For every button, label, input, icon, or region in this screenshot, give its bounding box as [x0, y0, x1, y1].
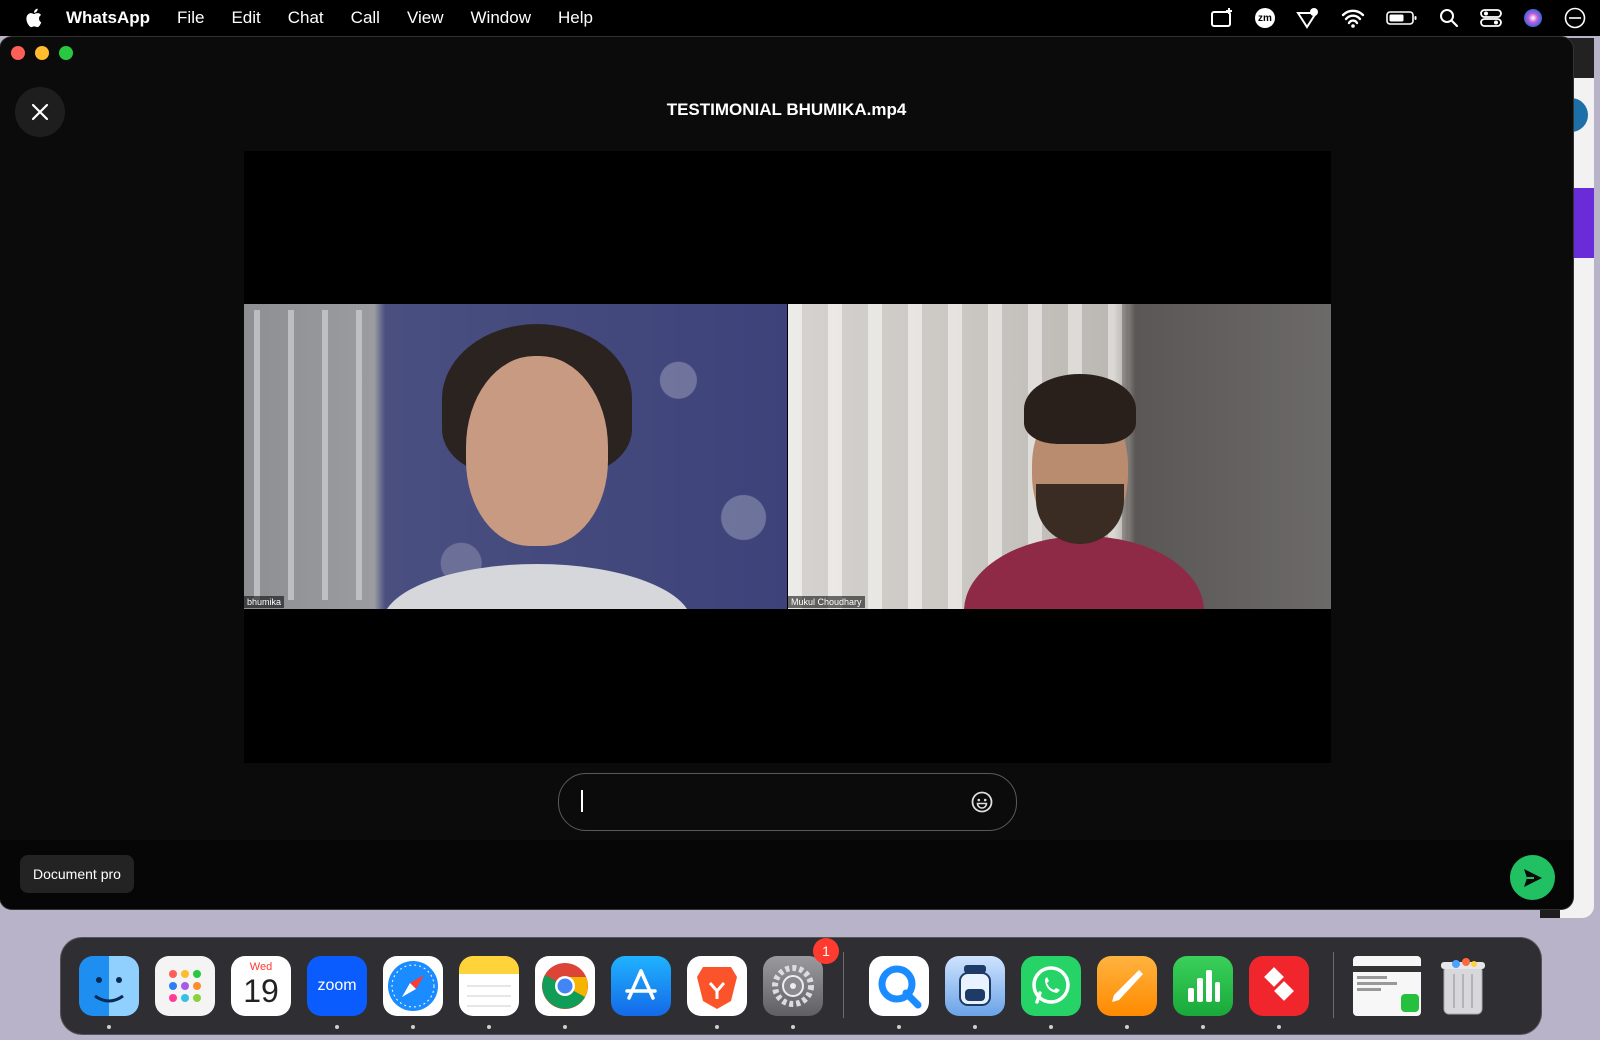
whatsapp-icon: [1032, 966, 1070, 1004]
dock-separator: [1333, 952, 1334, 1018]
dock-trash[interactable]: [1433, 956, 1493, 1016]
dock-app-store[interactable]: [611, 956, 671, 1016]
dock-zoom[interactable]: zoom: [307, 956, 367, 1016]
dock-running-indicator: [107, 1025, 111, 1029]
bottom-bar: Document pro: [0, 840, 1573, 909]
dock-minimized-window[interactable]: [1353, 956, 1421, 1016]
wifi-icon[interactable]: [1341, 8, 1365, 28]
zoom-status-icon[interactable]: zm: [1255, 8, 1275, 28]
dock-running-indicator: [1201, 1025, 1205, 1029]
dock-launchpad[interactable]: [155, 956, 215, 1016]
launchpad-icon: [169, 970, 201, 1002]
dock-notes[interactable]: [459, 956, 519, 1016]
menu-chat[interactable]: Chat: [288, 8, 324, 28]
text-cursor: [581, 790, 583, 812]
media-preview-window: TESTIMONIAL BHUMIKA.mp4 bhumika Mukul Ch…: [0, 37, 1573, 909]
send-button[interactable]: [1510, 855, 1555, 900]
finder-icon: [94, 977, 124, 1003]
user-menu-icon[interactable]: [1564, 7, 1586, 29]
trash-icon: [1441, 958, 1485, 1015]
dock-quicktime[interactable]: [869, 956, 929, 1016]
emoji-icon[interactable]: [970, 790, 994, 814]
siri-icon[interactable]: [1523, 8, 1543, 28]
menu-app-name[interactable]: WhatsApp: [66, 8, 150, 28]
window-minimize-button[interactable]: [35, 46, 49, 60]
calendar-weekday: Wed: [249, 961, 273, 973]
settings-gear-icon: [772, 965, 814, 1007]
dock-whatsapp[interactable]: [1021, 956, 1081, 1016]
dock-running-indicator: [563, 1025, 567, 1029]
spotlight-search-icon[interactable]: [1439, 8, 1459, 28]
apple-logo-icon[interactable]: [24, 7, 46, 29]
dock-numbers[interactable]: [1173, 956, 1233, 1016]
figure-body: [382, 564, 692, 609]
menu-bar: WhatsApp File Edit Chat Call View Window…: [0, 0, 1600, 36]
window-controls: [11, 46, 73, 60]
dock-running-indicator: [411, 1025, 415, 1029]
dock-calendar[interactable]: Wed 19: [231, 956, 291, 1016]
numbers-chart-icon: [1188, 970, 1220, 1002]
settings-notification-badge: 1: [813, 938, 839, 964]
dock-separator: [843, 952, 844, 1018]
dock-pages[interactable]: [1097, 956, 1157, 1016]
window-thumbnail-icon: [1353, 966, 1421, 1012]
app-store-icon: [625, 969, 657, 1000]
menu-help[interactable]: Help: [558, 8, 593, 28]
menu-edit[interactable]: Edit: [231, 8, 260, 28]
caption-input[interactable]: [581, 786, 955, 818]
dock-preview-scanner[interactable]: [945, 956, 1005, 1016]
menu-view[interactable]: View: [407, 8, 444, 28]
screen-share-icon[interactable]: [1210, 7, 1234, 29]
status-area: zm: [1210, 0, 1586, 36]
dock-chrome[interactable]: [535, 956, 595, 1016]
dock-system-settings[interactable]: [763, 956, 823, 1016]
caption-bar: [558, 773, 1017, 831]
quicktime-icon: [878, 965, 922, 1009]
safari-compass-icon: [388, 961, 438, 1011]
dock-finder[interactable]: [79, 956, 139, 1016]
window-close-button[interactable]: [11, 46, 25, 60]
send-icon: [1523, 868, 1542, 887]
battery-icon[interactable]: [1386, 10, 1418, 26]
dock-running-indicator: [791, 1025, 795, 1029]
dock-safari[interactable]: [383, 956, 443, 1016]
dock-running-indicator: [715, 1025, 719, 1029]
dock-anydesk[interactable]: [1249, 956, 1309, 1016]
figure-hair: [1024, 374, 1136, 444]
dock-running-indicator: [1049, 1025, 1053, 1029]
jar-icon: [959, 965, 991, 1006]
video-player[interactable]: bhumika Mukul Choudhary: [244, 151, 1331, 763]
dock-running-indicator: [897, 1025, 901, 1029]
menu-file[interactable]: File: [177, 8, 204, 28]
brave-lion-icon: [697, 967, 737, 1009]
menu-window[interactable]: Window: [471, 8, 531, 28]
window-grill: [254, 310, 374, 600]
media-title: TESTIMONIAL BHUMIKA.mp4: [666, 100, 907, 119]
participant-name-tag: bhumika: [244, 596, 285, 608]
dock-running-indicator: [335, 1025, 339, 1029]
document-chip[interactable]: Document pro: [20, 855, 134, 893]
vpn-icon[interactable]: [1296, 7, 1320, 29]
figure-face: [466, 356, 608, 546]
dock-running-indicator: [1277, 1025, 1281, 1029]
zoom-label: zoom: [317, 977, 357, 994]
notes-icon: [467, 985, 511, 1007]
pages-pen-icon: [1112, 970, 1143, 1002]
dock-running-indicator: [1125, 1025, 1129, 1029]
chrome-icon: [542, 963, 588, 1009]
control-center-icon[interactable]: [1480, 8, 1502, 28]
dock: Wed 19 zoom 1: [60, 937, 1542, 1035]
anydesk-icon: [1264, 967, 1294, 1001]
calendar-date: 19: [243, 973, 279, 1009]
participant-name-tag: Mukul Choudhary: [788, 596, 865, 608]
window-zoom-button[interactable]: [59, 46, 73, 60]
dock-running-indicator: [973, 1025, 977, 1029]
participant-feed-right: Mukul Choudhary: [788, 304, 1331, 609]
dock-brave[interactable]: [687, 956, 747, 1016]
menu-call[interactable]: Call: [351, 8, 380, 28]
dock-running-indicator: [487, 1025, 491, 1029]
participant-feed-left: bhumika: [244, 304, 787, 609]
